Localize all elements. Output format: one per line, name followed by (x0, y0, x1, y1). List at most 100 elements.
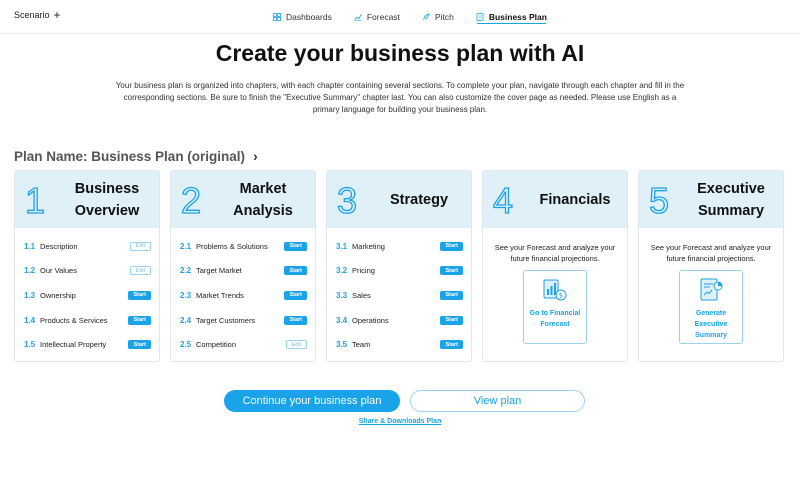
section-row[interactable]: 1.5 Intellectual Property Start (24, 332, 151, 357)
chapter-title-line: Overview (74, 202, 140, 219)
rocket-icon (422, 13, 430, 21)
section-index: 1.5 (24, 340, 36, 350)
start-button[interactable]: Start (284, 266, 307, 276)
start-button[interactable]: Start (284, 241, 307, 251)
main-nav: Dashboards Forecast Pitch Business Plan (262, 0, 558, 34)
section-index: 2.1 (180, 241, 192, 251)
start-button[interactable]: Start (440, 241, 463, 251)
section-row[interactable]: 1.2 Our Values Edit (24, 259, 151, 284)
chapter-title: Financials (527, 189, 623, 211)
chapter-title-line: Executive (697, 180, 765, 197)
financial-chart-icon: $ (543, 279, 567, 301)
tab-forecast-label: Forecast (366, 12, 400, 22)
section-label: Ownership (40, 290, 76, 300)
section-index: 2.4 (180, 315, 192, 325)
chapter-sections: 3.1 Marketing Start 3.2 Pricing Start 3.3 Sal… (327, 228, 471, 357)
section-label: Sales (352, 290, 371, 300)
chapter-header: 3 Strategy (327, 171, 471, 228)
chapter-description: See your Forecast and analyze your futur… (494, 243, 616, 263)
chevron-right-icon: › (253, 148, 258, 164)
add-scenario-icon[interactable]: + (54, 9, 61, 21)
section-row[interactable]: 2.5 Competition Edit (180, 332, 307, 357)
share-downloads-link[interactable]: Share & Downloads Plan (0, 418, 800, 425)
tab-business-plan[interactable]: Business Plan (465, 0, 558, 34)
tab-forecast[interactable]: Forecast (343, 0, 411, 34)
section-row[interactable]: 1.3 Ownership Start (24, 283, 151, 308)
edit-button[interactable]: Edit (129, 241, 151, 251)
scenario-selector[interactable]: Scenario + (14, 9, 61, 21)
chapter-title-line: Analysis (233, 202, 293, 219)
view-plan-button[interactable]: View plan (410, 390, 585, 412)
chapter-title: Market Analysis (215, 178, 311, 222)
document-icon (476, 13, 484, 21)
edit-button[interactable]: Edit (285, 340, 307, 350)
section-label: Our Values (40, 266, 77, 276)
section-label: Description (40, 241, 78, 251)
chapter-header: 1 Business Overview (15, 171, 159, 228)
chapter-number: 1 (24, 179, 46, 221)
continue-business-plan-button[interactable]: Continue your business plan (224, 390, 400, 412)
section-index: 3.5 (336, 340, 348, 350)
section-row[interactable]: 1.1 Description Edit (24, 234, 151, 259)
start-button[interactable]: Start (128, 340, 151, 350)
section-label: Marketing (352, 241, 385, 251)
plan-name-link[interactable]: Plan Name: Business Plan (original) › (14, 148, 258, 164)
section-index: 1.1 (24, 241, 36, 251)
chapter-card-financials: 4 Financials See your Forecast and analy… (482, 170, 628, 362)
chapter-title: Executive Summary (683, 178, 779, 222)
section-index: 1.3 (24, 290, 36, 300)
start-button[interactable]: Start (440, 315, 463, 325)
section-row[interactable]: 2.1 Problems & Solutions Start (180, 234, 307, 259)
section-row[interactable]: 3.3 Sales Start (336, 283, 463, 308)
section-label: Pricing (352, 266, 375, 276)
go-to-financial-forecast-button[interactable]: $ Go to Financial Forecast (523, 270, 587, 344)
tab-dashboards-label: Dashboards (286, 12, 332, 22)
section-row[interactable]: 2.2 Target Market Start (180, 259, 307, 284)
chapter-number: 2 (180, 179, 202, 221)
start-button[interactable]: Start (284, 290, 307, 300)
tab-pitch[interactable]: Pitch (411, 0, 465, 34)
chapter-title-line: Market (239, 180, 287, 197)
start-button[interactable]: Start (440, 266, 463, 276)
plan-name-label: Plan Name: Business Plan (original) (14, 148, 246, 164)
chapter-title: Strategy (371, 189, 467, 211)
chapter-description: See your Forecast and analyze your futur… (650, 243, 772, 263)
section-index: 1.4 (24, 315, 36, 325)
edit-button[interactable]: Edit (129, 266, 151, 276)
section-label: Intellectual Property (40, 340, 107, 350)
section-row[interactable]: 3.4 Operations Start (336, 308, 463, 333)
section-row[interactable]: 2.4 Target Customers Start (180, 308, 307, 333)
section-index: 3.2 (336, 266, 348, 276)
start-button[interactable]: Start (284, 315, 307, 325)
start-button[interactable]: Start (440, 290, 463, 300)
section-index: 3.1 (336, 241, 348, 251)
section-label: Market Trends (196, 290, 244, 300)
section-label: Products & Services (40, 315, 108, 325)
action-label: Go to Financial Forecast (529, 310, 581, 328)
section-row[interactable]: 3.1 Marketing Start (336, 234, 463, 259)
section-row[interactable]: 3.2 Pricing Start (336, 259, 463, 284)
tab-pitch-label: Pitch (434, 12, 454, 22)
section-index: 3.3 (336, 290, 348, 300)
chapter-number: 3 (336, 179, 358, 221)
section-row[interactable]: 1.4 Products & Services Start (24, 308, 151, 333)
start-button[interactable]: Start (128, 315, 151, 325)
chapter-title-line: Business (74, 180, 140, 197)
tab-business-plan-label: Business Plan (488, 12, 547, 22)
report-icon (700, 278, 723, 301)
chart-line-icon (354, 13, 362, 21)
section-label: Operations (352, 315, 389, 325)
section-row[interactable]: 3.5 Team Start (336, 332, 463, 357)
section-label: Target Customers (196, 315, 256, 325)
start-button[interactable]: Start (128, 290, 151, 300)
chapter-header: 2 Market Analysis (171, 171, 315, 228)
chapter-title-line: Strategy (389, 191, 449, 208)
section-row[interactable]: 2.3 Market Trends Start (180, 283, 307, 308)
chapter-cards: 1 Business Overview 1.1 Description Edit 1… (14, 170, 784, 362)
start-button[interactable]: Start (440, 340, 463, 350)
top-bar: Scenario + Dashboards Forecast Pitch Bus… (0, 0, 800, 34)
tab-dashboards[interactable]: Dashboards (262, 0, 343, 34)
intro-text: Your business plan is organized into cha… (115, 81, 685, 114)
chapter-title: Business Overview (59, 178, 155, 222)
generate-executive-summary-button[interactable]: Generate Executive Summary (679, 270, 743, 344)
